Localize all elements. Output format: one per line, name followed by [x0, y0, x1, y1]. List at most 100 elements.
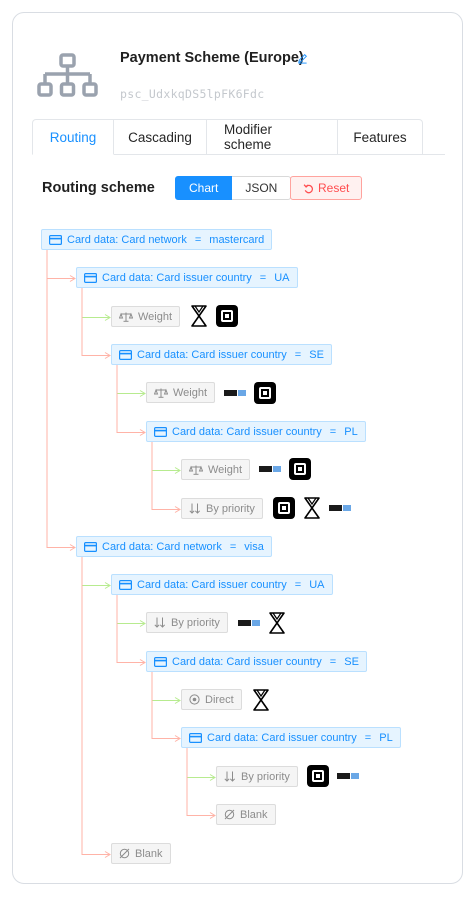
hourglass-logo-icon [191, 305, 207, 327]
sort-priority-icon [189, 503, 201, 514]
hourglass-logo-icon [253, 689, 269, 711]
condition-field: Card data: Card issuer country [207, 731, 357, 744]
edit-pencil-icon[interactable] [297, 53, 308, 64]
view-toggle: Chart JSON [175, 176, 292, 200]
card-icon [189, 732, 202, 743]
provider-logos [224, 382, 276, 404]
strategy-node[interactable]: Direct [181, 689, 242, 710]
small-brand-logo-icon [238, 618, 260, 628]
condition-value: UA [309, 578, 325, 591]
scheme-title: Payment Scheme (Europe) [120, 50, 304, 66]
square-logo-icon [307, 765, 329, 787]
undo-icon [303, 183, 313, 193]
provider-logos [238, 612, 286, 634]
reset-label: Reset [318, 181, 350, 195]
chart-view-button[interactable]: Chart [175, 176, 233, 200]
strategy-node[interactable]: Blank [111, 843, 171, 864]
condition-value: visa [244, 540, 264, 553]
condition-node[interactable]: Card data: Card issuer country = PL [181, 727, 401, 748]
strategy-label: Direct [205, 693, 234, 706]
card-icon [154, 426, 167, 437]
routing-scheme-title: Routing scheme [42, 180, 155, 196]
condition-value: UA [274, 271, 290, 284]
strategy-label: By priority [241, 770, 290, 783]
strategy-node[interactable]: Weight [111, 306, 181, 327]
square-logo-icon [216, 305, 238, 327]
condition-operator: = [294, 348, 302, 361]
card-icon [154, 656, 167, 667]
condition-node[interactable]: Card data: Card issuer country = SE [146, 651, 367, 672]
condition-field: Card data: Card issuer country [172, 655, 322, 668]
strategy-label: Blank [135, 847, 163, 860]
condition-node[interactable]: Card data: Card network = visa [76, 536, 272, 557]
strategy-label: Blank [240, 808, 268, 821]
strategy-node[interactable]: By priority [216, 766, 298, 787]
direct-target-icon [189, 694, 200, 705]
condition-value: SE [309, 348, 324, 361]
condition-node[interactable]: Card data: Card issuer country = UA [76, 267, 298, 288]
condition-field: Card data: Card issuer country [137, 348, 287, 361]
card-icon [119, 579, 132, 590]
strategy-label: Weight [138, 310, 173, 323]
strategy-node[interactable]: Blank [216, 804, 276, 825]
condition-field: Card data: Card issuer country [137, 578, 287, 591]
strategy-node[interactable]: By priority [181, 498, 263, 519]
condition-operator: = [364, 731, 372, 744]
card-icon [49, 234, 62, 245]
condition-operator: = [329, 655, 337, 668]
tabs-divider [422, 154, 445, 155]
condition-value: PL [344, 425, 358, 438]
provider-logos [190, 305, 238, 327]
blank-empty-set-icon [119, 848, 130, 859]
tabs-bar: Routing Cascading Modifier scheme Featur… [32, 119, 423, 155]
condition-value: PL [379, 731, 393, 744]
condition-operator: = [229, 540, 237, 553]
condition-node[interactable]: Card data: Card issuer country = UA [111, 574, 333, 595]
json-view-button[interactable]: JSON [232, 176, 292, 200]
condition-operator: = [259, 271, 267, 284]
sort-priority-icon [154, 617, 166, 628]
condition-field: Card data: Card issuer country [102, 271, 252, 284]
card-icon [84, 541, 97, 552]
blank-empty-set-icon [224, 809, 235, 820]
condition-value: SE [344, 655, 359, 668]
provider-logos [252, 689, 270, 711]
condition-operator: = [294, 578, 302, 591]
tab-routing[interactable]: Routing [32, 119, 114, 155]
strategy-label: By priority [206, 502, 255, 515]
condition-field: Card data: Card network [67, 233, 187, 246]
condition-node[interactable]: Card data: Card issuer country = SE [111, 344, 332, 365]
tab-cascading[interactable]: Cascading [114, 119, 207, 155]
scheme-id: psc_UdxkqDS5lpFK6Fdc [120, 87, 265, 101]
scheme-hierarchy-icon [37, 53, 98, 97]
condition-field: Card data: Card network [102, 540, 222, 553]
tab-features[interactable]: Features [338, 119, 423, 155]
tab-modifier-scheme[interactable]: Modifier scheme [207, 119, 338, 155]
hourglass-logo-icon [269, 612, 285, 634]
provider-logos [259, 458, 311, 480]
strategy-label: Weight [173, 386, 208, 399]
condition-node[interactable]: Card data: Card network = mastercard [41, 229, 273, 250]
strategy-label: By priority [171, 616, 220, 629]
condition-node[interactable]: Card data: Card issuer country = PL [146, 421, 366, 442]
balance-scale-icon [119, 312, 133, 322]
strategy-node[interactable]: By priority [146, 612, 228, 633]
provider-logos [273, 497, 351, 519]
square-logo-icon [289, 458, 311, 480]
card-icon [84, 272, 97, 283]
strategy-node[interactable]: Weight [146, 382, 216, 403]
hourglass-logo-icon [304, 497, 320, 519]
condition-field: Card data: Card issuer country [172, 425, 322, 438]
reset-button[interactable]: Reset [290, 176, 363, 200]
strategy-label: Weight [208, 463, 243, 476]
strategy-node[interactable]: Weight [181, 459, 251, 480]
small-brand-logo-icon [224, 388, 246, 398]
square-logo-icon [273, 497, 295, 519]
balance-scale-icon [189, 465, 203, 475]
condition-value: mastercard [209, 233, 265, 246]
sort-priority-icon [224, 771, 236, 782]
card-icon [119, 349, 132, 360]
condition-operator: = [194, 233, 202, 246]
small-brand-logo-icon [259, 464, 281, 474]
balance-scale-icon [154, 388, 168, 398]
